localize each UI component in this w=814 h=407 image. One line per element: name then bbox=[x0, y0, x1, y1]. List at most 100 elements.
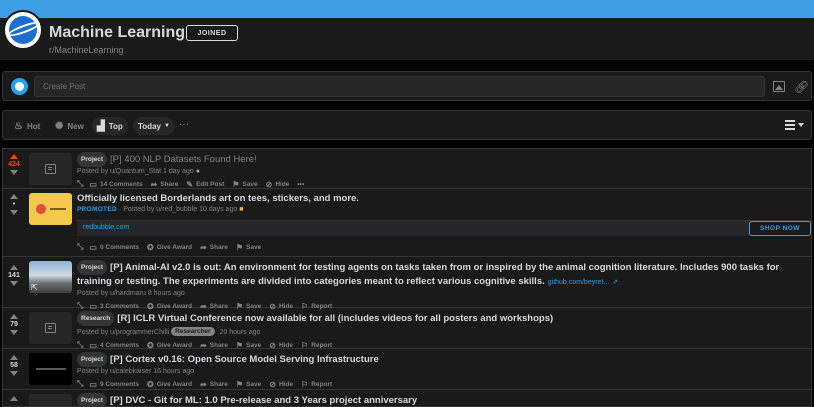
give-award-button[interactable]: ✪ Give Award bbox=[147, 243, 192, 252]
post-title[interactable]: [R] ICLR Virtual Conference now availabl… bbox=[117, 313, 553, 324]
upvote-icon[interactable] bbox=[10, 265, 18, 270]
comments-button[interactable]: ▭ 14 Comments bbox=[89, 180, 142, 189]
share-button[interactable]: ➦ Share bbox=[200, 243, 228, 252]
user-flair: Researcher bbox=[171, 327, 215, 336]
downvote-icon[interactable] bbox=[10, 330, 18, 335]
upvote-icon[interactable] bbox=[10, 194, 18, 199]
time-filter-dropdown[interactable]: Today ▼ bbox=[133, 117, 175, 135]
more-options-icon[interactable]: ··· bbox=[179, 119, 189, 130]
expand-icon[interactable]: ⤡ bbox=[77, 179, 83, 189]
flame-icon: ♨ bbox=[14, 120, 23, 132]
post-title[interactable]: [P] Animal-AI v2.0 is out: An environmen… bbox=[77, 262, 779, 287]
promoted-post[interactable]: • Officially licensed Borderlands art on… bbox=[3, 189, 811, 257]
report-button[interactable]: ⚐ Report bbox=[301, 380, 332, 389]
sort-top[interactable]: ▟ Top bbox=[92, 117, 128, 135]
post-score: 58 bbox=[10, 362, 18, 369]
more-actions-button[interactable]: ••• bbox=[297, 181, 304, 188]
save-button[interactable]: ⚑ Save bbox=[236, 380, 261, 389]
save-button[interactable]: ⚑ Save bbox=[232, 180, 257, 189]
ad-domain[interactable]: redbubble.com bbox=[83, 224, 129, 231]
ad-text-image bbox=[49, 208, 66, 210]
upvote-icon[interactable] bbox=[10, 355, 18, 360]
sort-new[interactable]: ✺ New bbox=[50, 117, 89, 135]
pencil-icon: ✎ bbox=[186, 179, 194, 189]
post-title[interactable]: [P] Cortex v0.16: Open Source Model Serv… bbox=[110, 354, 379, 365]
post-title[interactable]: Officially licensed Borderlands art on t… bbox=[77, 192, 807, 205]
post-item[interactable]: Project [P] DVC - Git for ML: 1.0 Pre-rel… bbox=[3, 390, 811, 406]
view-toggle-icon[interactable] bbox=[785, 120, 805, 132]
vote-column: 79 bbox=[3, 308, 25, 335]
bar-chart-icon: ▟ bbox=[97, 120, 105, 132]
create-post-bar: 🔗︎ bbox=[2, 71, 812, 101]
downvote-icon[interactable] bbox=[10, 170, 18, 175]
downvote-icon[interactable] bbox=[10, 371, 18, 376]
post-flair[interactable]: Project bbox=[77, 393, 108, 406]
thumbnail-text-image bbox=[35, 368, 66, 370]
post-thumbnail[interactable] bbox=[29, 153, 72, 185]
post-flair[interactable]: Project bbox=[77, 352, 108, 367]
post-meta: Posted by u/calebkaiser 16 hours ago bbox=[77, 368, 195, 375]
post-title[interactable]: [P] 400 NLP Datasets Found Here! bbox=[110, 154, 257, 165]
post-item[interactable]: 141 ⇱ Project [P] Animal-AI v2.0 is out: … bbox=[3, 257, 811, 311]
hide-button[interactable]: ⊘ Hide bbox=[269, 380, 293, 389]
bookmark-icon: ⚑ bbox=[232, 179, 240, 189]
subreddit-logo[interactable] bbox=[3, 10, 43, 50]
sort-bar: ♨ Hot ✺ New ▟ Top Today ▼ ··· bbox=[2, 110, 812, 140]
post-flair[interactable]: Project bbox=[77, 260, 108, 275]
subreddit-name: r/MachineLearning bbox=[49, 45, 124, 55]
award-icon: ● bbox=[195, 168, 200, 175]
share-icon: ➦ bbox=[200, 379, 207, 389]
post-meta: Posted by u/Quantum_Stat 1 day ago bbox=[77, 168, 194, 175]
post-item[interactable]: 79 Research [R] ICLR Virtual Conference n… bbox=[3, 308, 811, 350]
post-title[interactable]: [P] DVC - Git for ML: 1.0 Pre-release an… bbox=[110, 395, 417, 406]
share-button[interactable]: ➦ Share bbox=[151, 180, 179, 189]
post-meta: · Posted by u/red_bubble 10 days ago bbox=[118, 206, 238, 213]
downvote-icon[interactable] bbox=[10, 281, 18, 286]
save-button[interactable]: ⚑ Save bbox=[236, 243, 261, 252]
share-icon: ➦ bbox=[200, 242, 207, 252]
downvote-icon[interactable] bbox=[10, 210, 18, 215]
hide-icon: ⊘ bbox=[265, 179, 273, 189]
post-flair[interactable]: Project bbox=[77, 152, 108, 167]
sort-hot[interactable]: ♨ Hot bbox=[9, 117, 45, 135]
post-item[interactable]: 424 Project [P] 400 NLP Datasets Found He… bbox=[3, 149, 811, 189]
joined-button[interactable]: JOINED bbox=[186, 25, 238, 41]
post-thumbnail[interactable] bbox=[29, 394, 72, 406]
sparkle-icon: ✺ bbox=[55, 120, 64, 132]
expand-icon[interactable]: ⤡ bbox=[77, 379, 83, 389]
ad-link-strip[interactable]: redbubble.com SHOP NOW bbox=[77, 220, 811, 236]
ad-character-image bbox=[35, 204, 46, 214]
post-thumbnail[interactable] bbox=[29, 312, 72, 344]
post-domain[interactable]: github.com/beyret... bbox=[548, 279, 609, 286]
link-icon[interactable]: 🔗︎ bbox=[794, 80, 809, 94]
comment-icon: ▭ bbox=[89, 242, 97, 252]
expand-icon[interactable]: ⤡ bbox=[77, 242, 83, 252]
post-item[interactable]: 58 Project [P] Cortex v0.16: Open Source … bbox=[3, 349, 811, 390]
post-flair[interactable]: Research bbox=[77, 311, 115, 326]
comments-button[interactable]: ▭ 0 Comments bbox=[89, 243, 139, 252]
post-score: 424 bbox=[8, 161, 20, 168]
user-avatar[interactable] bbox=[11, 78, 28, 95]
create-post-input[interactable] bbox=[34, 76, 765, 97]
upvote-icon[interactable] bbox=[10, 396, 18, 401]
vote-column: • bbox=[3, 189, 25, 215]
post-meta: Posted by u/hardmaru 8 hours ago bbox=[77, 290, 185, 297]
post-score: 141 bbox=[8, 272, 20, 279]
image-upload-icon[interactable] bbox=[773, 81, 785, 92]
comments-button[interactable]: ▭ 9 Comments bbox=[89, 380, 139, 389]
ad-thumbnail[interactable] bbox=[29, 193, 72, 225]
post-thumbnail[interactable] bbox=[29, 353, 72, 385]
vote-column: 141 bbox=[3, 257, 25, 286]
upvote-icon[interactable] bbox=[10, 314, 18, 319]
post-time: 20 hours ago bbox=[219, 329, 261, 336]
hide-button[interactable]: ⊘ Hide bbox=[266, 180, 290, 189]
share-button[interactable]: ➦ Share bbox=[200, 380, 228, 389]
edit-post-button[interactable]: ✎ Edit Post bbox=[186, 180, 224, 189]
external-link-icon[interactable]: ⇗ bbox=[612, 279, 618, 286]
give-award-button[interactable]: ✪ Give Award bbox=[147, 380, 192, 389]
post-thumbnail[interactable]: ⇱ bbox=[29, 261, 72, 293]
lock-icon: ■ bbox=[239, 206, 244, 213]
promoted-label: PROMOTED bbox=[77, 206, 117, 213]
upvote-icon[interactable] bbox=[10, 154, 18, 159]
shop-now-button[interactable]: SHOP NOW bbox=[749, 221, 811, 236]
